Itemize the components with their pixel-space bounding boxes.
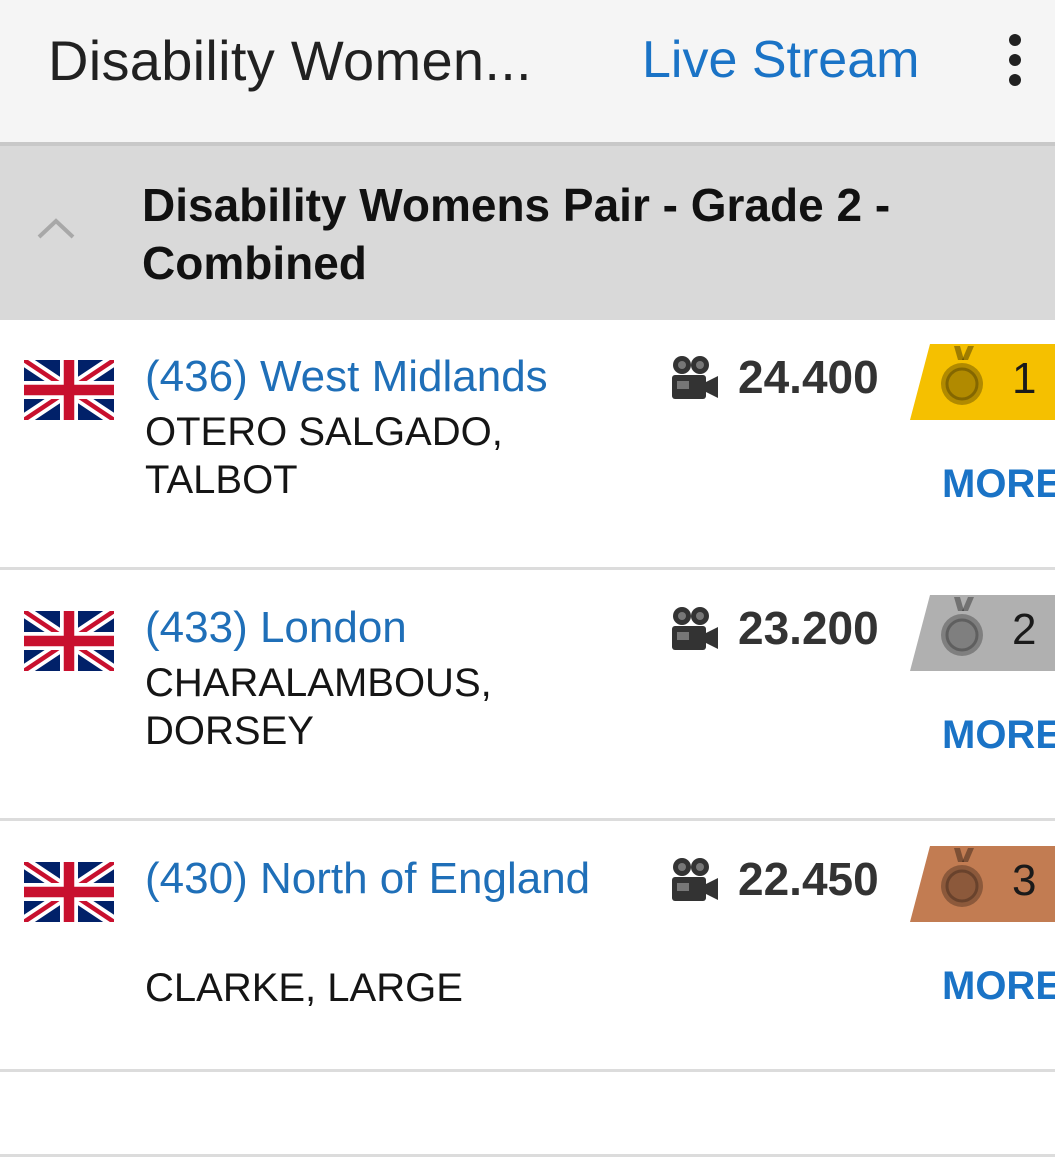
uk-flag-icon (24, 862, 114, 922)
live-stream-link[interactable]: Live Stream (642, 30, 919, 90)
section-title: Disability Womens Pair - Grade 2 - Combi… (142, 179, 891, 289)
result-row[interactable]: (436) West Midlands OTERO SALGADO, TALBO… (0, 320, 1055, 570)
page-title: Disability Women... (48, 29, 532, 92)
score: 23.200 (738, 602, 879, 654)
more-link[interactable]: MORE (942, 964, 1055, 1009)
section-header[interactable]: Disability Womens Pair - Grade 2 - Combi… (0, 142, 1055, 320)
result-row[interactable]: (430) North of England CLARKE, LARGE 22.… (0, 822, 1055, 1072)
video-camera-icon[interactable] (668, 354, 720, 402)
video-camera-icon[interactable] (668, 856, 720, 904)
result-row[interactable]: (433) London CHARALAMBOUS, DORSEY 23.200… (0, 571, 1055, 821)
more-link[interactable]: MORE (942, 462, 1055, 507)
rank-number: 2 (1012, 605, 1037, 654)
team-name[interactable]: (433) London (145, 601, 605, 655)
more-vert-icon[interactable] (995, 30, 1035, 90)
athlete-names: OTERO SALGADO, TALBOT (145, 410, 503, 502)
rank-number: 1 (1012, 354, 1037, 403)
athlete-names: CLARKE, LARGE (145, 966, 463, 1010)
score: 22.450 (738, 853, 879, 905)
chevron-up-icon[interactable] (36, 216, 76, 240)
rank-badge: 2 (910, 595, 1055, 671)
rank-badge: 3 (910, 846, 1055, 922)
menu-dot (1009, 54, 1021, 66)
menu-dot (1009, 34, 1021, 46)
video-camera-icon[interactable] (668, 605, 720, 653)
app-bar: Disability Women... Live Stream (0, 0, 1055, 142)
rank-number: 3 (1012, 856, 1037, 905)
team-name[interactable]: (430) North of England (145, 852, 605, 906)
menu-dot (1009, 74, 1021, 86)
score: 24.400 (738, 351, 879, 403)
athlete-names: CHARALAMBOUS, DORSEY (145, 661, 492, 753)
uk-flag-icon (24, 611, 114, 671)
more-link[interactable]: MORE (942, 713, 1055, 758)
uk-flag-icon (24, 360, 114, 420)
empty-row (0, 1073, 1055, 1157)
rank-badge: 1 (910, 344, 1055, 420)
team-name[interactable]: (436) West Midlands (145, 350, 605, 404)
